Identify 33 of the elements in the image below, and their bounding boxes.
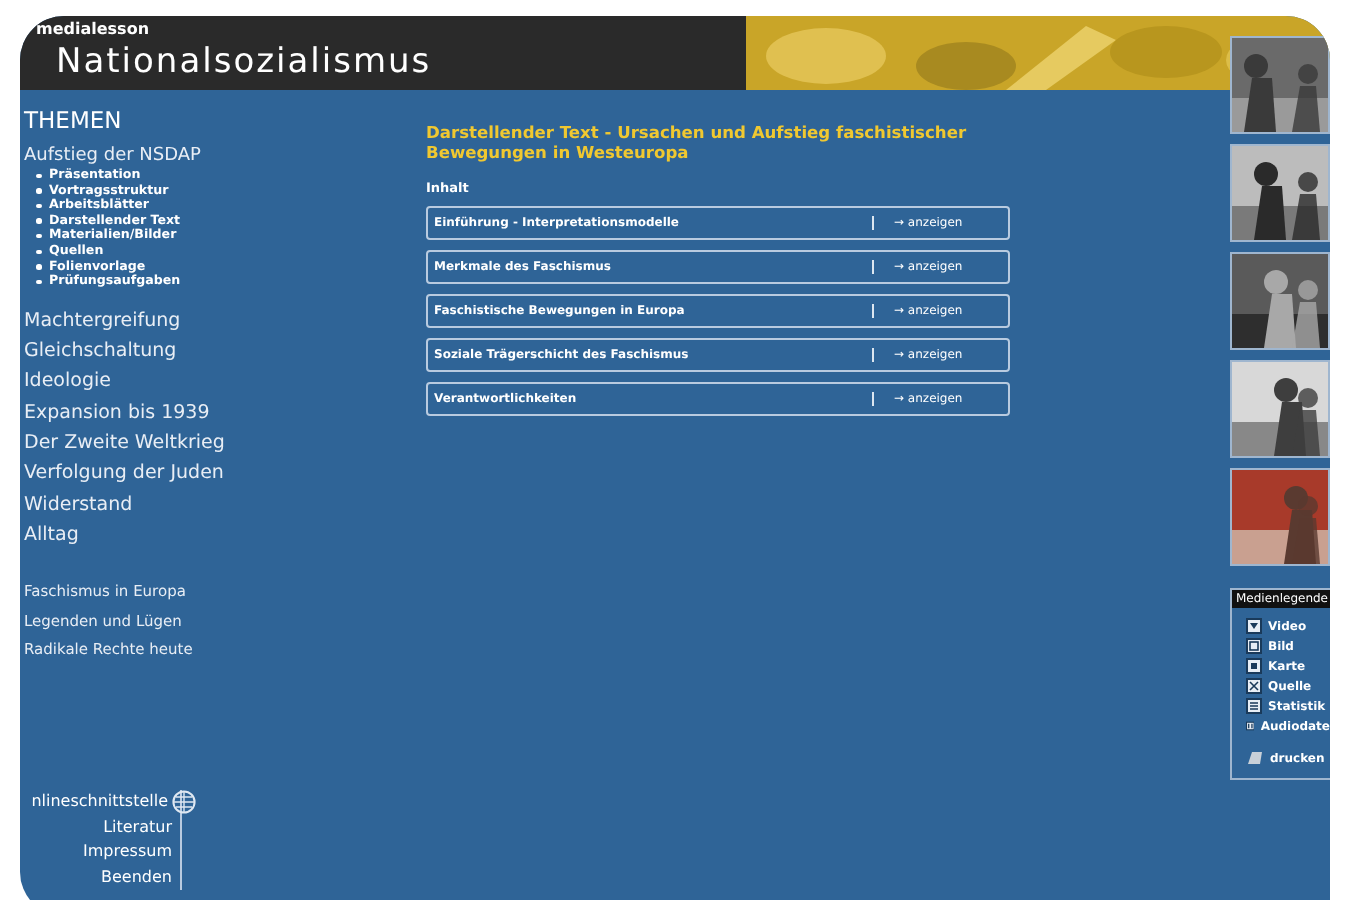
bullet-icon <box>36 233 41 239</box>
topic-link[interactable]: Gleichschaltung <box>24 336 414 367</box>
bullet-icon <box>36 203 41 209</box>
image-icon <box>1246 638 1262 654</box>
brand-logo: medialesson <box>36 20 152 40</box>
bullet-icon <box>36 249 41 255</box>
footer-link[interactable]: Impressum <box>83 840 172 865</box>
topic-link[interactable]: Widerstand <box>24 489 414 520</box>
stats-icon <box>1246 698 1262 714</box>
bullet-icon <box>36 279 41 285</box>
topic-link[interactable]: Machtergreifung <box>24 305 414 337</box>
topic-link[interactable]: Verfolgung der Juden <box>24 458 414 490</box>
topic-link[interactable]: Der Zweite Weltkrieg <box>24 427 414 459</box>
globe-icon <box>172 790 196 815</box>
topic-link[interactable]: Ideologie <box>24 366 414 398</box>
audio-icon <box>1246 718 1255 734</box>
bullet-icon <box>36 173 41 179</box>
video-icon <box>1246 618 1262 634</box>
footer-link[interactable]: nlineschnittstelle <box>31 790 168 815</box>
footer-link[interactable]: Literatur <box>103 815 172 840</box>
page-heading: Darstellender Text - Ursachen und Aufstieg faschistischer Bewegungen in Westeuropa <box>426 122 969 162</box>
topic-link[interactable]: Expansion bis 1939 <box>24 397 414 428</box>
printer-icon <box>1246 750 1264 766</box>
source-icon <box>1246 678 1262 694</box>
footer-link[interactable]: Beenden <box>101 865 172 890</box>
map-icon <box>1246 658 1262 674</box>
section-heading: THEMEN <box>24 106 124 134</box>
bullet-icon <box>36 218 41 224</box>
topic-link[interactable]: Alltag <box>24 519 414 551</box>
bullet-icon <box>36 188 41 194</box>
app-title: Nationalsozialismus <box>56 40 434 84</box>
topic-link[interactable]: Aufstieg der NSDAP <box>24 144 414 168</box>
bullet-icon <box>36 264 41 270</box>
